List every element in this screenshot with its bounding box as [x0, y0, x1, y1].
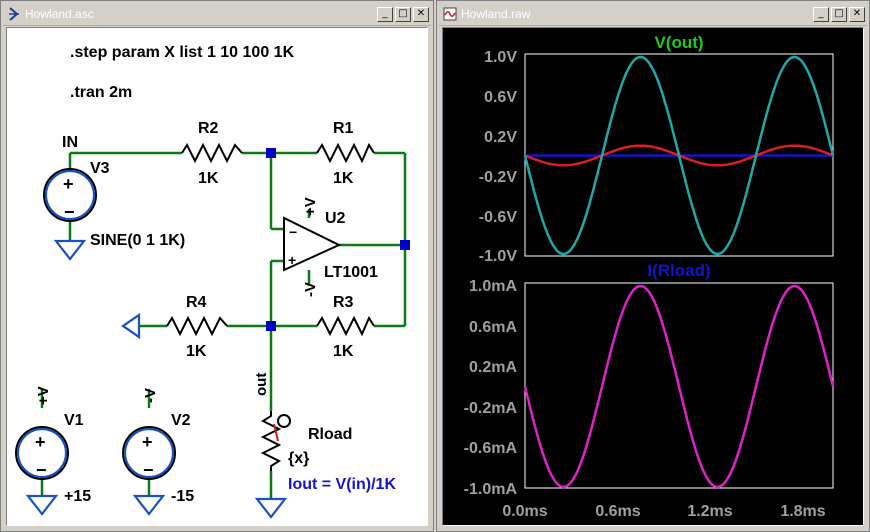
waveform-app-icon [443, 7, 457, 21]
v2-plus-glyph: + [142, 432, 153, 452]
waveform-window[interactable]: Howland.raw _ □ ✕ V(out) I(Rload) 1.0V 0… [436, 0, 870, 532]
maximize-button[interactable]: □ [395, 7, 411, 22]
net-label-out[interactable]: out [253, 373, 270, 396]
xtick: 1.8ms [780, 503, 825, 520]
r4-label[interactable]: R4 [186, 294, 207, 311]
schematic-window[interactable]: Howland.asc _ □ ✕ + − + − + − − + .step … [0, 0, 434, 532]
opamp-minus-glyph: − [289, 224, 297, 240]
schematic-canvas[interactable]: + − + − + − − + .step param X list 1 10 … [6, 27, 428, 526]
step-directive[interactable]: .step param X list 1 10 100 1K [70, 44, 295, 61]
schematic-drawing[interactable]: + − + − + − − + .step param X list 1 10 … [7, 28, 429, 527]
pane1-ytick: 0.6V [484, 89, 517, 106]
r1-value[interactable]: 1K [333, 170, 354, 187]
iout-comment[interactable]: Iout = V(in)/1K [288, 476, 396, 493]
v1-label[interactable]: V1 [64, 412, 84, 429]
tran-directive[interactable]: .tran 2m [70, 84, 132, 101]
r2-label[interactable]: R2 [198, 120, 219, 137]
pane2-ytick: -1.0mA [464, 481, 518, 498]
close-button[interactable]: ✕ [849, 7, 865, 22]
rload-label[interactable]: Rload [308, 426, 352, 443]
r2-value[interactable]: 1K [198, 170, 219, 187]
v2-value[interactable]: -15 [171, 488, 194, 505]
opamp-neg-supply-label: -V [302, 282, 319, 297]
r1-label[interactable]: R1 [333, 120, 354, 137]
close-button[interactable]: ✕ [413, 7, 429, 22]
waveform-window-title: Howland.raw [461, 7, 531, 21]
v1-plus-glyph: + [35, 432, 46, 452]
xtick: 1.2ms [687, 503, 732, 520]
pane1-ytick: -0.6V [479, 209, 518, 226]
v3-value[interactable]: SINE(0 1 1K) [90, 232, 185, 249]
u2-label[interactable]: U2 [325, 210, 346, 227]
pane2-ytick: 1.0mA [469, 278, 517, 295]
opamp-pos-supply-label: +V [302, 197, 319, 216]
schematic-window-title: Howland.asc [25, 7, 94, 21]
schematic-app-icon [9, 7, 19, 21]
pane-2-trace-title[interactable]: I(Rload) [647, 261, 710, 280]
xtick: 0.0ms [502, 503, 547, 520]
opamp-plus-glyph: + [288, 252, 296, 268]
net-label-v2-neg[interactable]: -V [142, 388, 159, 403]
maximize-button[interactable]: □ [831, 7, 847, 22]
pane2-ytick: 0.2mA [469, 359, 517, 376]
pane2-ytick: -0.2mA [464, 400, 518, 417]
v1-minus-glyph: − [36, 460, 47, 480]
r3-label[interactable]: R3 [333, 294, 354, 311]
rload-value[interactable]: {x} [288, 450, 309, 467]
trace-1-0[interactable] [523, 284, 835, 489]
xtick: 0.6ms [595, 503, 640, 520]
v3-minus-glyph: − [64, 202, 75, 222]
v3-label[interactable]: V3 [90, 160, 110, 177]
r3-value[interactable]: 1K [333, 343, 354, 360]
waveform-titlebar[interactable]: Howland.raw _ □ ✕ [439, 3, 867, 26]
u2-part[interactable]: LT1001 [324, 264, 378, 281]
r4-value[interactable]: 1K [186, 343, 207, 360]
pane2-ytick: -0.6mA [464, 440, 518, 457]
net-label-in[interactable]: IN [62, 134, 78, 151]
pane1-ytick: 1.0V [484, 49, 517, 66]
schematic-titlebar[interactable]: Howland.asc _ □ ✕ [3, 3, 431, 26]
net-label-v1-pos[interactable]: +V [35, 386, 52, 405]
pane1-ytick: 0.2V [484, 129, 517, 146]
pane-1-trace-title[interactable]: V(out) [654, 33, 703, 52]
waveform-plot-area[interactable]: V(out) I(Rload) 1.0V 0.6V 0.2V -0.2V -0.… [442, 27, 864, 526]
v3-plus-glyph: + [63, 174, 74, 194]
v2-label[interactable]: V2 [171, 412, 191, 429]
waveform-plots[interactable]: V(out) I(Rload) 1.0V 0.6V 0.2V -0.2V -0.… [443, 28, 865, 527]
pane2-ytick: 0.6mA [469, 319, 517, 336]
v2-minus-glyph: − [143, 460, 154, 480]
pane1-ytick: -1.0V [479, 248, 518, 265]
pane1-ytick: -0.2V [479, 169, 518, 186]
v1-value[interactable]: +15 [64, 488, 91, 505]
minimize-button[interactable]: _ [377, 7, 393, 22]
minimize-button[interactable]: _ [813, 7, 829, 22]
